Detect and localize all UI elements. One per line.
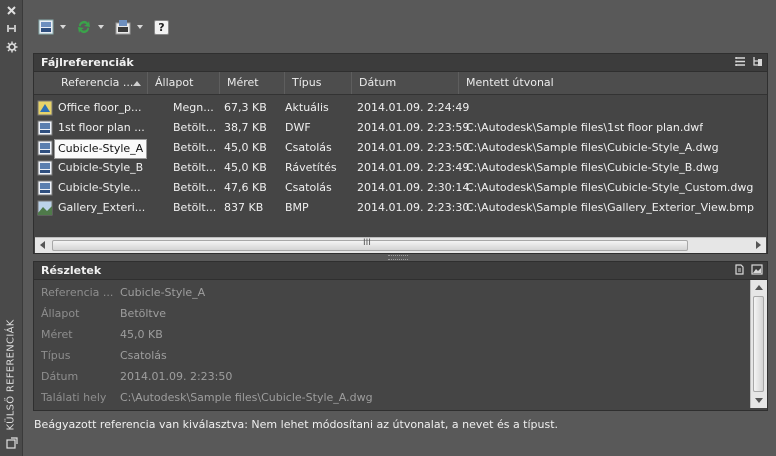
properties-icon[interactable] [5,41,18,54]
table-row[interactable]: Gallery_Exteri... Betölt... 837 KB BMP 2… [34,198,767,218]
scrollbar-thumb[interactable]: III [52,238,688,251]
xref-palette-icon[interactable] [5,437,18,450]
file-references-title: Fájlreferenciák [41,56,134,69]
change-path-button[interactable] [114,16,143,38]
dwg-file-icon [37,180,53,196]
horizontal-scrollbar[interactable]: III [35,237,766,253]
column-header-row: Referencia ... Állapot Méret Típus Dátum… [34,72,767,95]
tree-view-icon[interactable] [752,56,763,67]
table-row[interactable]: Cubicle-Style_A Betölt... 45,0 KB Csatol… [34,138,767,159]
chevron-down-icon[interactable] [137,25,143,29]
column-header-date[interactable]: Dátum [352,72,459,94]
table-row[interactable]: Cubicle-Style_B Betölt... 45,0 KB Rávetí… [34,158,767,178]
sort-ascending-icon [133,81,141,86]
column-header-size[interactable]: Méret [220,72,285,94]
table-row[interactable]: Office floor_p... Megn... 67,3 KB Aktuál… [34,98,767,118]
list-view-icon[interactable] [735,56,746,67]
file-references-header: Fájlreferenciák [34,54,767,72]
column-header-saved-path[interactable]: Mentett útvonal [459,72,767,94]
drawing-file-icon [37,100,53,116]
close-icon[interactable] [5,5,18,18]
details-panel: Részletek Referencia ... Cubicle-Style_A… [33,261,768,411]
help-icon: ? [154,19,169,35]
image-file-icon [37,200,53,216]
scroll-up-arrow-icon[interactable] [755,285,763,290]
table-row[interactable]: 1st floor plan ... Betölt... 38,7 KB DWF… [34,118,767,138]
scroll-grip: III [363,238,371,248]
column-header-reference[interactable]: Referencia ... [54,72,148,94]
details-title: Részletek [41,264,102,277]
vertical-scrollbar[interactable] [750,280,767,408]
panel-splitter[interactable] [33,253,768,260]
column-header-status[interactable]: Állapot [148,72,220,94]
scroll-left-arrow-icon[interactable] [40,241,45,249]
autohide-icon[interactable] [5,23,18,36]
column-header-type[interactable]: Típus [285,72,352,94]
help-glyph: ? [158,20,165,34]
selected-reference-name[interactable]: Cubicle-Style_A [54,139,148,159]
file-references-panel: Fájlreferenciák Referencia ... Állapot M… [33,53,768,254]
palette-title: KÜLSŐ REFERENCIÁK [5,319,17,431]
table-row[interactable]: Cubicle-Style... Betölt... 47,6 KB Csato… [34,178,767,198]
scroll-down-arrow-icon[interactable] [755,398,763,403]
dwf-file-icon [37,120,53,136]
details-header: Részletek [34,262,767,280]
dwg-file-icon [37,160,53,176]
scroll-right-arrow-icon[interactable] [756,241,761,249]
chevron-down-icon[interactable] [60,25,66,29]
palette-strip: KÜLSŐ REFERENCIÁK [0,0,23,456]
help-button[interactable]: ? [154,16,169,38]
attach-button[interactable] [37,16,66,38]
scrollbar-thumb[interactable] [753,296,764,392]
refresh-button[interactable] [75,16,104,38]
attach-dwg-icon [38,19,54,35]
chevron-down-icon[interactable] [98,25,104,29]
preview-icon[interactable] [751,264,763,275]
change-path-icon [115,20,131,35]
dwg-file-icon [37,140,53,156]
status-message: Beágyazott referencia van kiválasztva: N… [34,418,559,431]
refresh-icon [78,20,90,33]
details-view-icon[interactable] [734,264,745,275]
